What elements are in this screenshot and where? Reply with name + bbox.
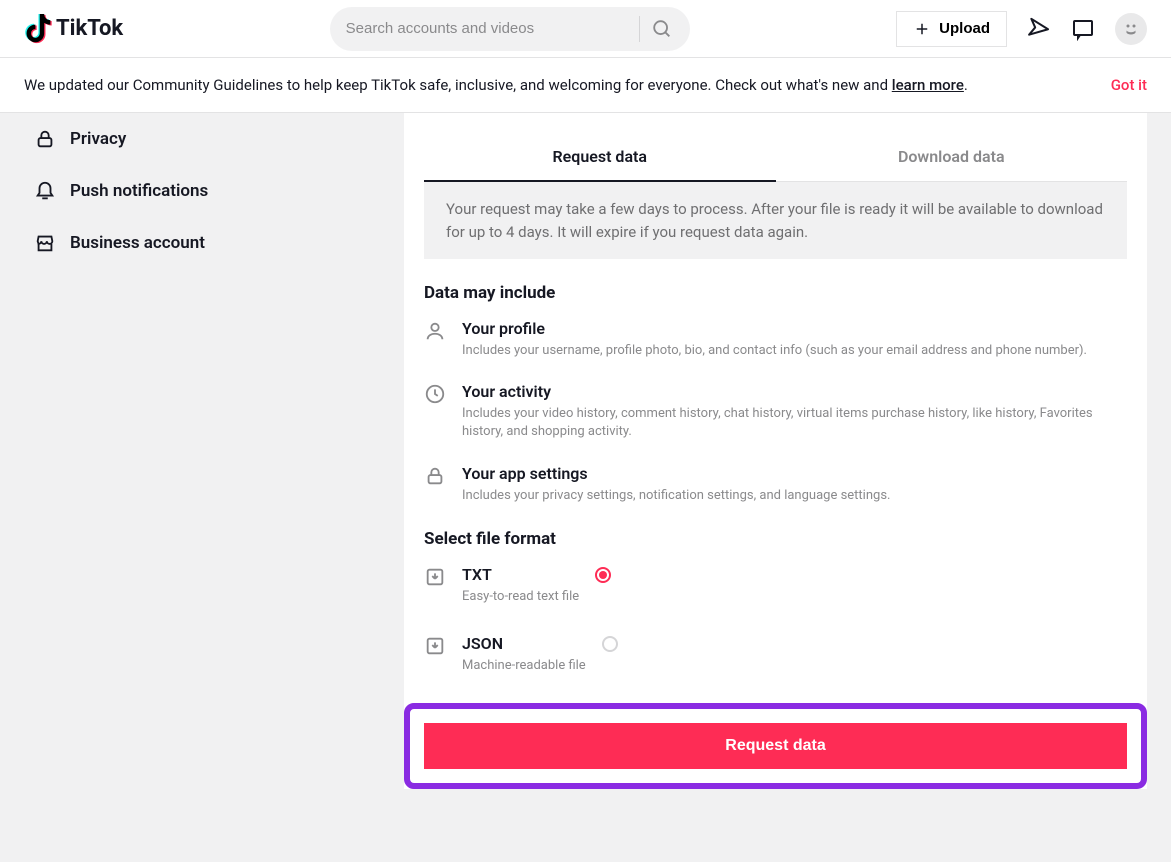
tiktok-note-icon [24, 14, 52, 44]
tabs: Request data Download data [424, 133, 1127, 182]
sidebar-item-label: Push notifications [70, 181, 208, 201]
search-box[interactable] [330, 7, 690, 51]
content-row: Privacy Push notifications Business acco… [0, 113, 1171, 789]
sidebar-item-business[interactable]: Business account [24, 217, 384, 269]
include-desc: Includes your video history, comment his… [462, 405, 1127, 441]
header-actions: Upload [896, 11, 1147, 47]
radio-selected[interactable] [595, 567, 611, 583]
tab-download-data[interactable]: Download data [776, 133, 1128, 182]
search-divider [639, 16, 640, 42]
inbox-icon[interactable] [1071, 17, 1095, 41]
processing-notice: Your request may take a few days to proc… [424, 182, 1127, 259]
brand-text: TikTok [56, 16, 123, 41]
storefront-icon [34, 232, 56, 254]
include-settings: Your app settings Includes your privacy … [424, 464, 1127, 505]
format-desc: Machine-readable file [462, 657, 586, 675]
format-option-json[interactable]: JSON Machine-readable file [424, 634, 1127, 675]
sidebar-item-label: Business account [70, 233, 205, 253]
search-wrap [123, 7, 896, 51]
guidelines-banner: We updated our Community Guidelines to h… [0, 58, 1171, 113]
avatar[interactable] [1115, 13, 1147, 45]
format-title: JSON [462, 634, 586, 653]
include-title: Your profile [462, 319, 1127, 338]
include-desc: Includes your username, profile photo, b… [462, 342, 1127, 360]
format-desc: Easy-to-read text file [462, 588, 579, 606]
format-title: TXT [462, 565, 579, 584]
clock-icon [424, 383, 446, 405]
sidebar-item-push[interactable]: Push notifications [24, 165, 384, 217]
section-file-format-title: Select file format [424, 529, 1127, 549]
include-profile: Your profile Includes your username, pro… [424, 319, 1127, 360]
settings-sidebar: Privacy Push notifications Business acco… [24, 113, 384, 789]
include-title: Your activity [462, 382, 1127, 401]
upload-label: Upload [939, 20, 990, 37]
upload-button[interactable]: Upload [896, 11, 1007, 47]
include-activity: Your activity Includes your video histor… [424, 382, 1127, 441]
bell-icon [34, 180, 56, 202]
header: TikTok Upload [0, 0, 1171, 58]
dismiss-banner[interactable]: Got it [1111, 76, 1147, 94]
lock-icon [424, 465, 446, 487]
banner-text: We updated our Community Guidelines to h… [24, 76, 968, 94]
request-data-button[interactable]: Request data [424, 723, 1127, 769]
include-desc: Includes your privacy settings, notifica… [462, 487, 1127, 505]
sidebar-item-label: Privacy [70, 129, 126, 149]
search-input[interactable] [346, 20, 633, 37]
include-title: Your app settings [462, 464, 1127, 483]
send-icon[interactable] [1027, 17, 1051, 41]
lock-icon [34, 128, 56, 150]
request-button-highlight: Request data [404, 703, 1147, 789]
data-request-panel: Request data Download data Your request … [404, 113, 1147, 789]
radio-unselected[interactable] [602, 636, 618, 652]
sidebar-item-privacy[interactable]: Privacy [24, 113, 384, 165]
tab-request-data[interactable]: Request data [424, 133, 776, 182]
learn-more-link[interactable]: learn more [892, 76, 964, 94]
file-download-icon [424, 635, 446, 657]
person-icon [424, 320, 446, 342]
brand-logo[interactable]: TikTok [24, 14, 123, 44]
section-data-include-title: Data may include [424, 283, 1127, 303]
format-option-txt[interactable]: TXT Easy-to-read text file [424, 565, 1127, 606]
file-download-icon [424, 566, 446, 588]
search-icon[interactable] [650, 17, 674, 41]
